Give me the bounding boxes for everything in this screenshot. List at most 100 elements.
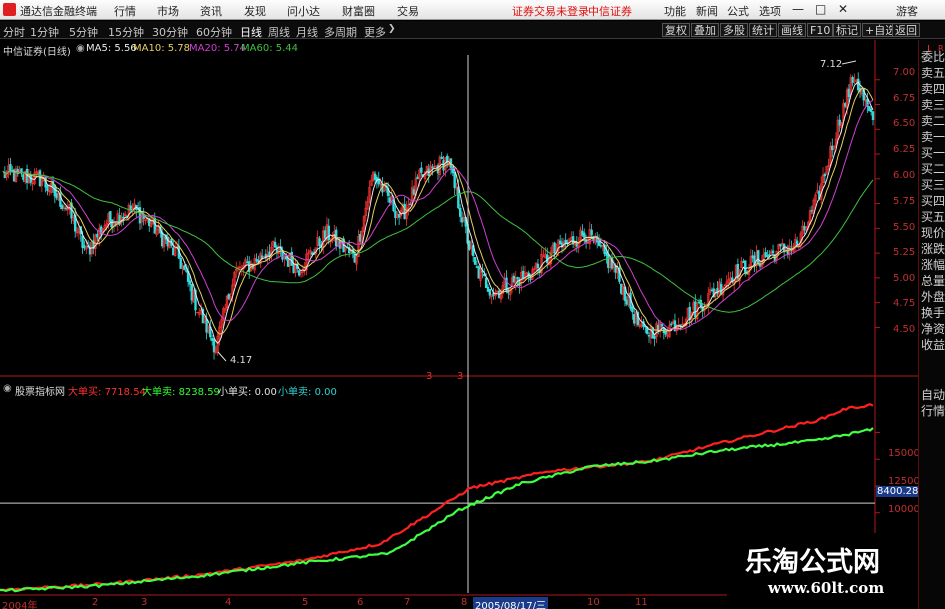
candle-body <box>188 280 192 285</box>
side-item: 换手 <box>921 306 945 320</box>
cursor-value-label: 8400.28 <box>876 486 920 497</box>
watermark-url: www.60lt.com <box>768 579 885 597</box>
candle-body <box>803 225 806 231</box>
candle-body <box>660 324 664 327</box>
candle-body <box>61 205 64 209</box>
price-tick: 5.50 <box>893 222 916 233</box>
price-tick: 5.25 <box>893 247 916 258</box>
side-item: 净资 <box>921 322 945 336</box>
candle-body <box>416 176 419 180</box>
candle-body <box>260 255 264 259</box>
side-item: 总量 <box>921 274 945 288</box>
candle-body <box>844 103 847 107</box>
ma20-line <box>2 99 874 330</box>
small-sell-label: 小单卖: 0.00 <box>278 387 337 398</box>
candle-body <box>694 301 697 318</box>
candle-body <box>831 145 834 151</box>
candle-body <box>212 338 216 353</box>
candle-body <box>851 77 854 83</box>
candle-body <box>129 205 132 211</box>
candle-body <box>838 119 841 126</box>
date-tick: 4 <box>225 597 232 608</box>
side-item: 买一 <box>921 146 945 160</box>
candle-body <box>625 299 629 305</box>
candle-body <box>160 232 164 247</box>
candle-body <box>742 261 745 263</box>
candle-body <box>583 232 586 238</box>
ma5-line <box>2 81 874 344</box>
candle-body <box>359 234 362 242</box>
side-item: 现价 <box>921 226 945 240</box>
date-tick: 2 <box>92 597 99 608</box>
candle-body <box>409 203 412 206</box>
side-item: 涨幅 <box>921 258 945 272</box>
candle-body <box>745 272 749 275</box>
big-buy-label: 大单买: 7718.54 <box>68 387 146 398</box>
candle-body <box>757 250 760 264</box>
candle-body <box>290 251 293 266</box>
watermark-title: 乐淘公式网 <box>745 547 880 578</box>
candle-body <box>431 166 434 169</box>
auto-quote-toggle-label[interactable]: 行情 <box>921 402 945 419</box>
candle-body <box>172 247 175 256</box>
price-tick: 6.00 <box>893 170 916 181</box>
side-item: 卖三 <box>921 98 945 112</box>
candle-body <box>810 209 814 212</box>
candle-body <box>768 254 771 256</box>
candle-body <box>720 283 723 294</box>
candle-body <box>751 255 754 259</box>
ma5-label: MA5: 5.56 <box>86 43 137 54</box>
indicator-settings-icon[interactable]: ◉ <box>3 383 12 394</box>
ind-tick: 10000 <box>888 504 920 515</box>
candle-body <box>488 288 492 296</box>
date-tick: 7 <box>404 597 411 608</box>
candle-body <box>55 193 58 199</box>
event-mark[interactable]: 3 <box>457 371 463 382</box>
candle-body <box>779 243 782 247</box>
ind-tick: 15000 <box>888 448 920 459</box>
ma60-line <box>2 170 874 313</box>
candle-body <box>605 251 608 257</box>
side-item: 卖五 <box>921 66 945 80</box>
candle-body <box>484 277 488 289</box>
high-arrow <box>841 60 857 65</box>
candle-body <box>286 259 290 267</box>
side-item: 卖四 <box>921 82 945 96</box>
candle-body <box>558 240 562 245</box>
date-tick: 10 <box>587 597 600 608</box>
price-tick: 6.25 <box>893 144 916 155</box>
candle-body <box>403 203 406 220</box>
event-mark[interactable]: 3 <box>426 371 432 382</box>
candle-body <box>512 275 516 283</box>
candle-body <box>297 270 301 276</box>
candle-body <box>246 261 249 264</box>
ma60-label: MA60: 5.44 <box>241 43 299 54</box>
candle-body <box>22 174 25 180</box>
side-item: 卖二 <box>921 114 945 128</box>
candle-body <box>179 258 182 269</box>
candle-body <box>664 331 667 335</box>
candle-body <box>590 229 593 236</box>
candle-body <box>20 168 23 173</box>
date-tick: 2004年 <box>2 601 38 609</box>
low-price-label: 4.17 <box>230 355 253 366</box>
candle-body <box>871 111 875 120</box>
candle-body <box>46 185 49 191</box>
auto-quote-toggle[interactable]: 自动 <box>921 386 945 403</box>
candle-body <box>633 314 636 324</box>
candle-body <box>373 173 377 180</box>
candle-body <box>412 189 416 195</box>
candle-body <box>83 245 86 249</box>
date-tick: 3 <box>141 597 148 608</box>
candle-body <box>647 335 651 337</box>
high-price-label: 7.12 <box>820 59 843 70</box>
ma20-label: MA20: 5.74 <box>189 43 247 54</box>
candle-body <box>453 171 456 188</box>
candle-body <box>536 263 540 269</box>
date-tick: 5 <box>302 597 309 608</box>
side-item: 买四 <box>921 194 945 208</box>
ma-settings-icon[interactable]: ◉ <box>76 43 85 54</box>
price-tick: 6.75 <box>893 93 916 104</box>
kline-chart[interactable] <box>0 0 945 609</box>
date-tick: 6 <box>357 597 364 608</box>
